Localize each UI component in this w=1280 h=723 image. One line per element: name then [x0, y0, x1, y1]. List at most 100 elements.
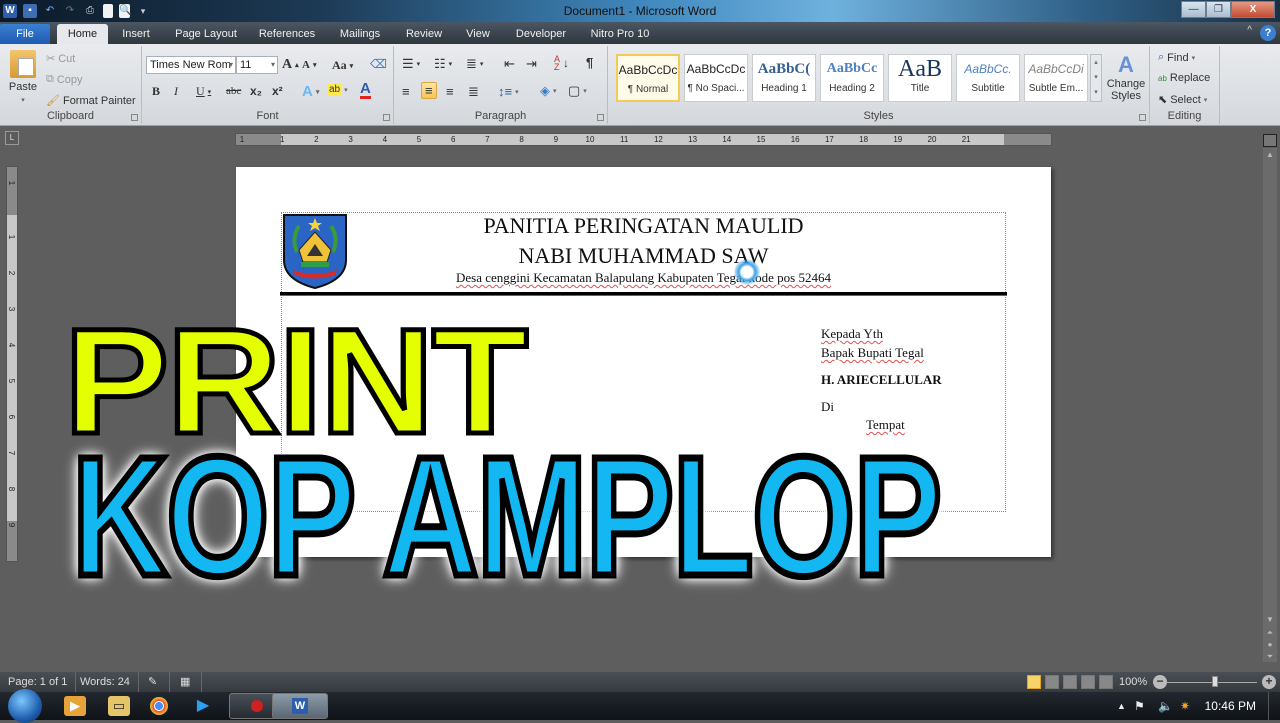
page-count[interactable]: Page: 1 of 1 — [0, 672, 77, 692]
numbering-button[interactable]: ☷ ▾ — [434, 56, 452, 72]
styles-launcher-icon[interactable] — [1139, 114, 1146, 121]
italic-button[interactable]: I — [174, 84, 178, 99]
font-color-button[interactable]: A — [360, 81, 371, 99]
chrome-icon[interactable] — [150, 697, 168, 715]
view-ruler-button[interactable] — [1263, 134, 1277, 147]
sort-button[interactable]: A Z ↓ — [554, 55, 569, 72]
minimize-button[interactable]: — — [1181, 1, 1206, 18]
copy-button[interactable]: ⧉ Copy — [46, 73, 83, 86]
vertical-ruler[interactable]: 1 1 2 3 4 5 6 7 8 9 — [6, 166, 18, 562]
strikethrough-button[interactable]: abc — [226, 85, 241, 97]
tab-nitro-pro[interactable]: Nitro Pro 10 — [584, 24, 656, 44]
align-right-button[interactable]: ≡ — [446, 84, 454, 99]
clear-formatting-button[interactable]: ⌫ — [370, 57, 387, 71]
video-player-icon[interactable]: ▶ — [192, 696, 214, 716]
style-no-spacing[interactable]: AaBbCcDc ¶ No Spaci... — [684, 54, 748, 102]
paste-button[interactable]: Paste ▾ — [6, 50, 40, 104]
change-case-button[interactable]: Aa ▾ — [332, 58, 353, 73]
tab-review[interactable]: Review — [398, 24, 450, 44]
vertical-scrollbar[interactable] — [1263, 148, 1277, 662]
macro-recording-icon[interactable]: ▦ — [172, 672, 202, 692]
proofing-icon[interactable]: ✎ — [140, 672, 170, 692]
underline-button[interactable]: U ▾ — [196, 84, 211, 99]
change-styles-button[interactable]: A Change Styles — [1104, 52, 1148, 102]
style-heading-1[interactable]: AaBbC(Heading 1 — [752, 54, 816, 102]
highlight-button[interactable]: ab ▾ — [328, 84, 348, 95]
find-button[interactable]: ⌕ Find ▾ — [1158, 51, 1195, 64]
action-center-flag-icon[interactable]: ⚑ — [1134, 699, 1145, 713]
increase-indent-button[interactable]: ⇥ — [526, 56, 537, 72]
style-subtle-emphasis[interactable]: AaBbCcDi Subtle Em... — [1024, 54, 1088, 102]
bold-button[interactable]: B — [152, 84, 160, 99]
borders-button[interactable]: ▢ ▾ — [568, 83, 587, 99]
close-button[interactable]: X — [1231, 1, 1275, 18]
next-page-icon[interactable]: ⏷ — [1264, 652, 1276, 662]
scroll-down-icon[interactable]: ▼ — [1264, 615, 1276, 624]
previous-page-icon[interactable]: ⏶ — [1264, 628, 1276, 638]
tab-file[interactable]: File — [0, 24, 50, 44]
media-player-icon[interactable]: ▶ — [64, 696, 86, 716]
clock[interactable]: 10:46 PM — [1205, 692, 1256, 720]
horizontal-ruler[interactable]: 1 1 2 3 4 5 6 7 8 9 10 11 12 13 14 15 16 17 18 19 20 21 — [235, 133, 1052, 146]
network-icon[interactable]: ✷ — [1180, 699, 1190, 713]
show-hidden-icons[interactable]: ▲ — [1117, 701, 1126, 711]
volume-icon[interactable]: 🔈 — [1158, 699, 1173, 713]
tab-home[interactable]: Home — [57, 24, 108, 44]
web-layout-icon[interactable] — [1063, 675, 1077, 689]
outline-view-icon[interactable] — [1081, 675, 1095, 689]
subscript-button[interactable]: x₂ — [250, 84, 262, 98]
line-spacing-button[interactable]: ↕≡ ▾ — [498, 84, 519, 99]
decrease-indent-button[interactable]: ⇤ — [504, 56, 515, 72]
tab-developer[interactable]: Developer — [506, 24, 576, 44]
show-formatting-button[interactable]: ¶ — [586, 55, 593, 70]
paragraph-launcher-icon[interactable] — [597, 114, 604, 121]
clipboard-launcher-icon[interactable] — [131, 114, 138, 121]
zoom-out-icon[interactable]: − — [1153, 675, 1167, 689]
style-heading-2[interactable]: AaBbCc Heading 2 — [820, 54, 884, 102]
text-effects-button[interactable]: A ▾ — [302, 83, 319, 100]
restore-button[interactable]: ❐ — [1206, 1, 1231, 18]
full-screen-reading-icon[interactable] — [1045, 675, 1059, 689]
justify-button[interactable]: ≣ — [468, 84, 479, 100]
font-name-select[interactable]: Times New Rom ▾ — [146, 56, 236, 74]
select-button[interactable]: ⬉ Select ▾ — [1158, 93, 1207, 107]
tab-view[interactable]: View — [458, 24, 498, 44]
superscript-button[interactable]: x² — [272, 84, 283, 98]
tab-references[interactable]: References — [252, 24, 322, 44]
align-left-button[interactable]: ≡ — [402, 84, 410, 99]
minimize-ribbon-icon[interactable]: ^ — [1247, 25, 1252, 36]
print-layout-view-icon[interactable] — [1027, 675, 1041, 689]
word-count[interactable]: Words: 24 — [72, 672, 139, 692]
tab-insert[interactable]: Insert — [112, 24, 160, 44]
tab-mailings[interactable]: Mailings — [330, 24, 390, 44]
shading-button[interactable]: ◈ ▾ — [540, 83, 557, 99]
align-center-button[interactable]: ≡ — [421, 82, 437, 99]
format-painter-button[interactable]: 🖌 Format Painter — [46, 94, 136, 108]
help-icon[interactable]: ? — [1260, 25, 1276, 41]
word-task[interactable]: W — [272, 693, 328, 719]
style-normal[interactable]: AaBbCcDc ¶ Normal — [616, 54, 680, 102]
replace-button[interactable]: ab Replace — [1158, 72, 1210, 84]
multilevel-list-button[interactable]: ≣ ▾ — [466, 56, 483, 72]
zoom-slider-thumb[interactable] — [1212, 676, 1218, 687]
style-title[interactable]: AaB Title — [888, 54, 952, 102]
tab-page-layout[interactable]: Page Layout — [168, 24, 244, 44]
draft-view-icon[interactable] — [1099, 675, 1113, 689]
ruler-tab-selector[interactable]: L — [5, 131, 19, 145]
shrink-font-button[interactable]: A ▾ — [302, 59, 316, 71]
grow-font-button[interactable]: A ▴ — [282, 57, 299, 73]
zoom-level[interactable]: 100% — [1119, 672, 1147, 692]
show-desktop-button[interactable] — [1268, 692, 1280, 720]
paste-dropdown-icon[interactable]: ▾ — [21, 96, 25, 104]
zoom-in-icon[interactable]: + — [1262, 675, 1276, 689]
font-size-select[interactable]: 11 ▾ — [236, 56, 278, 74]
scroll-up-icon[interactable]: ▲ — [1264, 150, 1276, 159]
browse-object-icon[interactable]: ● — [1264, 640, 1276, 649]
file-explorer-icon[interactable]: ▭ — [108, 696, 130, 716]
style-subtitle[interactable]: AaBbCc. Subtitle — [956, 54, 1020, 102]
cut-button[interactable]: ✂ Cut — [46, 52, 75, 66]
start-button[interactable] — [8, 689, 42, 723]
styles-scroll[interactable]: ▴ ▾ ▾ — [1090, 54, 1102, 102]
font-launcher-icon[interactable] — [383, 114, 390, 121]
bullets-button[interactable]: ☰ ▾ — [402, 56, 420, 72]
